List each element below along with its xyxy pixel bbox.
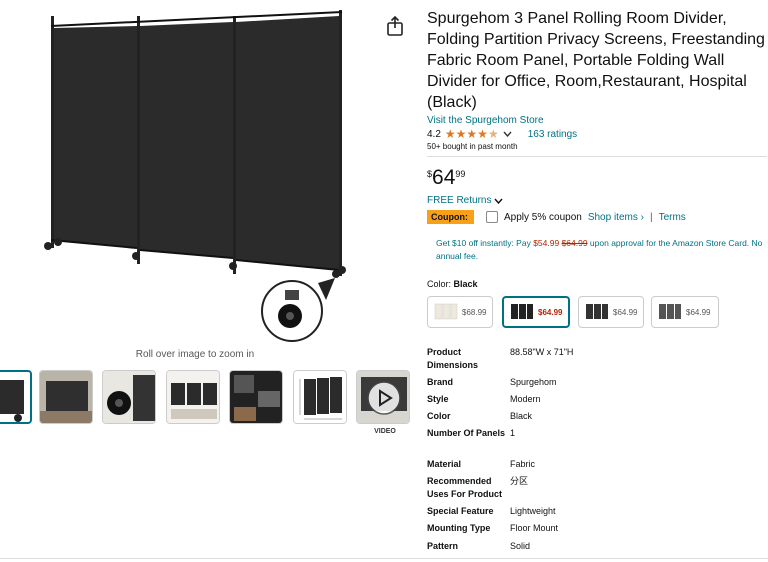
ratings-count-link[interactable]: 163 ratings: [528, 129, 577, 140]
divider: [0, 558, 768, 559]
color-swatch-3[interactable]: $64.99: [578, 296, 644, 328]
spec-value: Spurgehom: [510, 377, 557, 387]
spec-key: Number Of Panels: [427, 428, 506, 438]
price: $ 64 99: [427, 166, 465, 190]
color-swatch-1[interactable]: $68.99: [427, 296, 493, 328]
swatch-image: [434, 303, 458, 320]
swatch-image: [511, 304, 533, 319]
share-icon[interactable]: [386, 16, 404, 36]
spec-key: Pattern: [427, 541, 459, 551]
offer-pay-price: $54.99: [533, 238, 560, 248]
color-swatch-4[interactable]: $64.99: [651, 296, 719, 328]
thumbnail-2[interactable]: [39, 370, 93, 424]
swatch-price: $68.99: [462, 307, 487, 317]
spec-value: 88.58"W x 71"H: [510, 347, 574, 357]
coupon-row: Coupon: Apply 5% coupon Shop items › | T…: [427, 210, 686, 224]
color-label-text: Color:: [427, 279, 452, 289]
shop-items-link[interactable]: Shop items ›: [588, 212, 644, 223]
store-card-offer[interactable]: Get $10 off instantly: Pay $54.99 $64.99…: [436, 237, 766, 263]
spec-key: Mounting Type: [427, 523, 491, 533]
color-label: Color: Black: [427, 279, 478, 289]
video-label: VIDEO: [374, 428, 396, 435]
spec-key: Brand: [427, 377, 454, 387]
thumbnail-4[interactable]: [166, 370, 220, 424]
thumbnail-video[interactable]: [356, 370, 410, 424]
separator: |: [649, 211, 653, 223]
spec-value: 1: [510, 428, 516, 438]
offer-prefix: Get $10 off instantly: Pay: [436, 238, 534, 248]
color-selected: Black: [453, 279, 478, 289]
star-rating-icon[interactable]: ★★★★★: [445, 127, 499, 141]
spec-value: Modern: [510, 394, 541, 404]
spec-value: Fabric: [510, 459, 536, 469]
swatch-image: [586, 304, 608, 319]
spec-value: Floor Mount: [510, 523, 559, 533]
zoom-hint: Roll over image to zoom in: [135, 349, 255, 360]
spec-value: 分区: [510, 476, 529, 486]
swatch-price: $64.99: [686, 307, 711, 317]
thumbnail-5[interactable]: [229, 370, 283, 424]
spec-value: Lightweight: [510, 506, 556, 516]
thumbnail-6[interactable]: [293, 370, 347, 424]
spec-key: Recommended Uses For Product: [427, 476, 503, 499]
spec-value: Black: [510, 411, 533, 421]
divider: [427, 156, 767, 157]
main-product-image[interactable]: [40, 8, 360, 348]
free-returns[interactable]: FREE Returns: [427, 195, 503, 206]
bought-in-past-month: 50+ bought in past month: [427, 142, 518, 151]
thumbnail-3[interactable]: [102, 370, 156, 424]
store-link[interactable]: Visit the Spurgehom Store: [427, 115, 544, 126]
swatch-price: $64.99: [613, 307, 638, 317]
spec-key: Product Dimensions: [427, 347, 479, 370]
thumbnail-1[interactable]: [0, 370, 32, 424]
coupon-badge: Coupon:: [427, 210, 474, 224]
price-whole: 64: [432, 166, 456, 189]
offer-strike-price: $64.99: [561, 238, 588, 248]
color-swatch-2[interactable]: $64.99: [502, 296, 570, 328]
rating-value: 4.2: [427, 128, 441, 140]
product-title: Spurgehom 3 Panel Rolling Room Divider, …: [427, 10, 765, 111]
spec-key: Color: [427, 411, 451, 421]
spec-value: Solid: [510, 541, 531, 551]
rating-row: 4.2 ★★★★★ 163 ratings: [427, 127, 577, 141]
price-fraction: 99: [455, 169, 466, 179]
coupon-label[interactable]: Apply 5% coupon: [504, 212, 582, 223]
swatch-image: [659, 304, 681, 319]
chevron-down-icon[interactable]: [494, 198, 503, 204]
spec-key: Material: [427, 459, 462, 469]
play-icon: [379, 389, 393, 407]
swatch-price: $64.99: [538, 307, 563, 317]
spec-key: Special Feature: [427, 506, 494, 516]
terms-link[interactable]: Terms: [659, 212, 686, 223]
coupon-checkbox[interactable]: [485, 211, 498, 223]
chevron-down-icon[interactable]: [503, 131, 512, 137]
free-returns-label[interactable]: FREE Returns: [427, 195, 491, 206]
spec-key: Style: [427, 394, 449, 404]
